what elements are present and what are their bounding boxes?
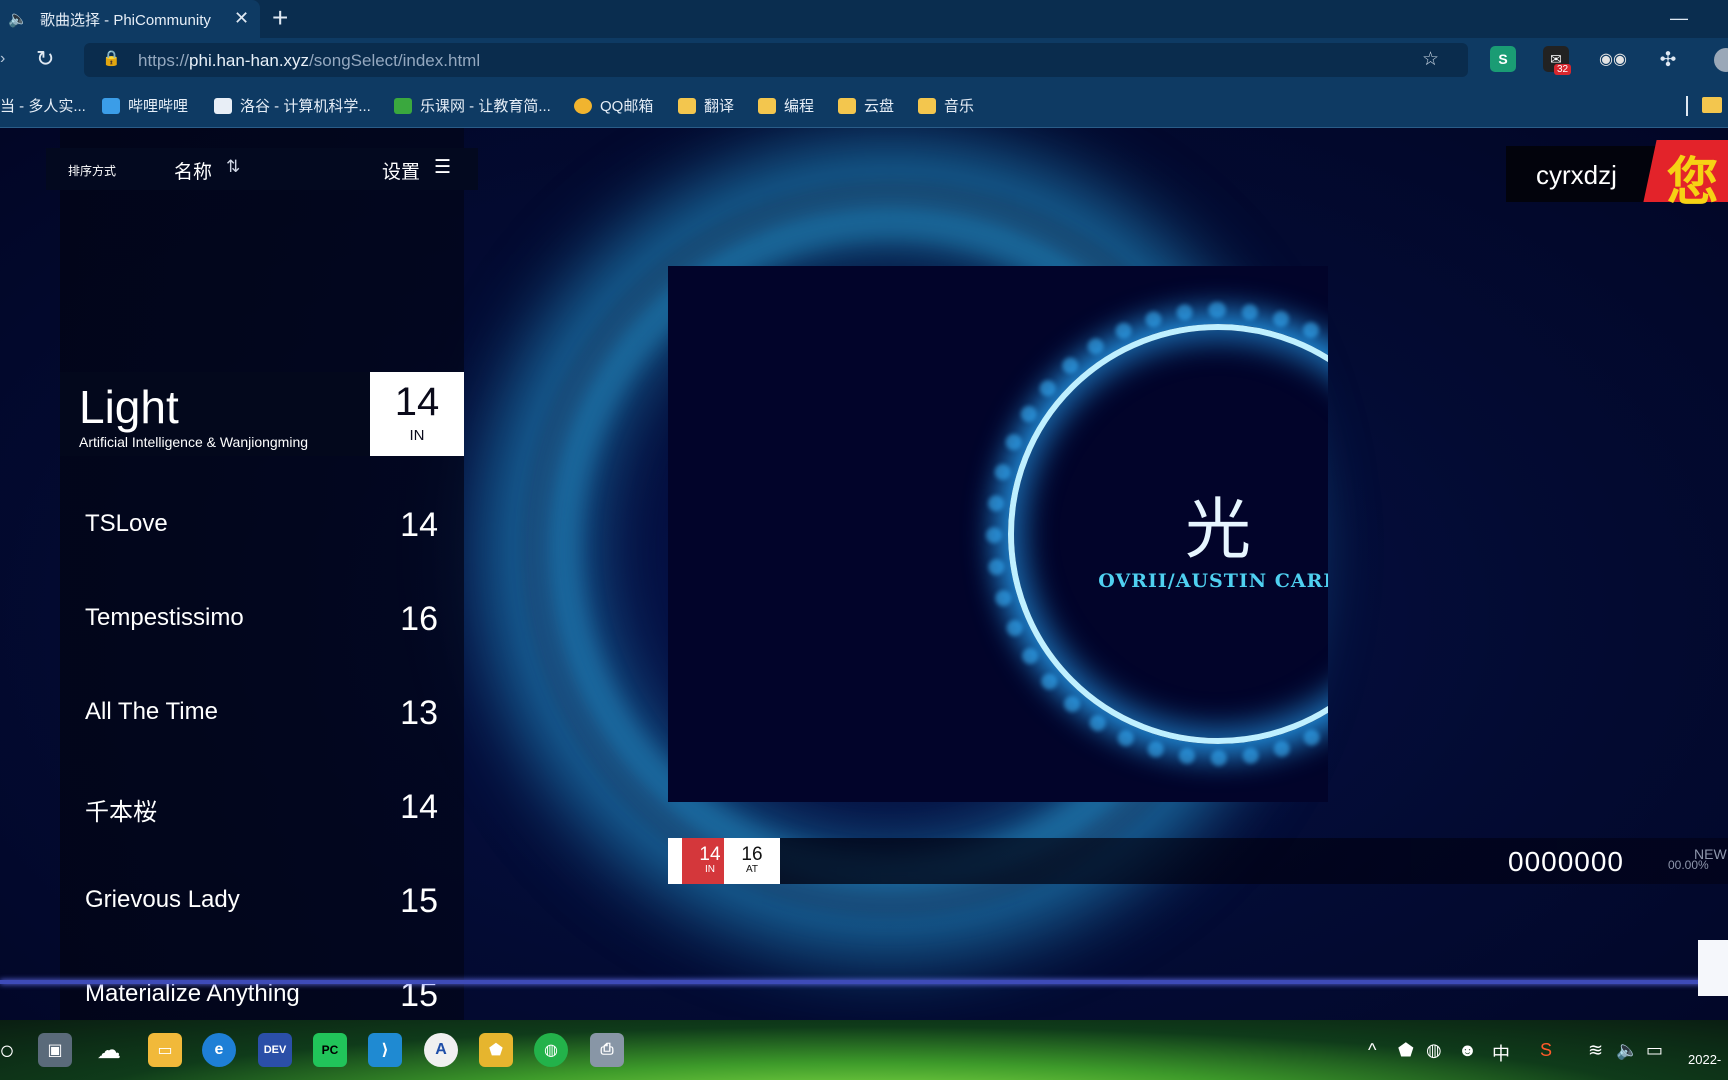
vscode-icon[interactable]: ⟩: [368, 1033, 402, 1067]
bilibili-icon: [102, 97, 120, 114]
song-list-item[interactable]: Grievous Lady 15: [60, 872, 464, 932]
username: cyrxdzj: [1536, 160, 1617, 190]
printer-icon[interactable]: ⎙: [590, 1033, 624, 1067]
folder-icon: [918, 97, 936, 114]
bookmark-item[interactable]: 洛谷 - 计算机科学...: [214, 95, 371, 116]
qqmail-icon: [574, 97, 592, 114]
sort-order-icon[interactable]: ⇅: [226, 157, 240, 177]
qq-tray-icon[interactable]: ☻: [1458, 1040, 1477, 1061]
pentagon-app-icon[interactable]: ⬟: [479, 1033, 513, 1067]
task-view-icon[interactable]: ▣: [38, 1033, 72, 1067]
extension-badge: 32: [1554, 64, 1572, 75]
cloud-icon[interactable]: ☁: [92, 1033, 126, 1067]
luogu-icon: [214, 97, 232, 114]
favorite-star-icon[interactable]: ☆: [1422, 48, 1439, 71]
new-tab-button[interactable]: +: [272, 2, 288, 34]
taskbar: ○ ▣ ☁ ▭ e DEV PC ⟩ A ⬟ ◍ ⎙ ^ ⬟ ◍ ☻ 中 S ≋…: [0, 1020, 1728, 1080]
ime-indicator[interactable]: 中: [1492, 1040, 1510, 1066]
url-text[interactable]: https://phi.han-han.xyz/songSelect/index…: [138, 51, 480, 71]
settings-button[interactable]: 设置: [382, 157, 420, 184]
selected-song-artist: Artificial Intelligence & Wanjiongming: [79, 434, 309, 450]
song-list-item[interactable]: 千本桜 14: [60, 778, 464, 838]
bookmarks-bar: 当 - 多人实... 哔哩哔哩 洛谷 - 计算机科学... 乐课网 - 让教育简…: [0, 82, 1728, 128]
judge-line: [0, 980, 1728, 984]
selected-song-item[interactable]: Light Artificial Intelligence & Wanjiong…: [60, 372, 464, 456]
chevron-up-icon[interactable]: ^: [1368, 1040, 1376, 1061]
browser-tab[interactable]: 🔈 歌曲选择 - PhiCommunity ✕: [0, 0, 260, 38]
pycharm-icon[interactable]: PC: [313, 1033, 347, 1067]
folder-icon: [678, 97, 696, 114]
tab-title: 歌曲选择 - PhiCommunity: [40, 11, 211, 29]
glasses-extension-icon[interactable]: ◉◉: [1599, 46, 1627, 72]
folder-icon: [838, 97, 856, 114]
song-cover-art[interactable]: 光 OVRII/AUSTIN CARL: [668, 266, 1328, 802]
bookmark-folder[interactable]: 音乐: [918, 95, 974, 116]
sliders-icon[interactable]: ☰: [434, 156, 451, 179]
sort-label: 排序方式: [68, 164, 117, 178]
edge-browser-icon[interactable]: e: [202, 1033, 236, 1067]
file-explorer-icon[interactable]: ▭: [148, 1033, 182, 1067]
folder-icon[interactable]: [1702, 97, 1722, 113]
cover-title-char: 光: [1185, 491, 1251, 568]
song-select-screen: 排序方式 名称 ⇅ 设置 ☰ Light Artificial Intellig…: [0, 128, 1728, 1020]
bookmark-folder[interactable]: 云盘: [838, 95, 894, 116]
sogou-tray-icon[interactable]: S: [1540, 1040, 1552, 1061]
devcpp-icon[interactable]: DEV: [258, 1033, 292, 1067]
battery-icon[interactable]: ▭: [1646, 1040, 1663, 1061]
bookmark-item[interactable]: QQ邮箱: [574, 95, 653, 116]
bookmark-item[interactable]: 乐课网 - 让教育简...: [394, 95, 551, 116]
volume-icon[interactable]: 🔈: [1616, 1040, 1638, 1061]
song-list-item[interactable]: All The Time 13: [60, 684, 464, 744]
wechat-tray-icon[interactable]: ◍: [1426, 1040, 1442, 1061]
minimize-button[interactable]: —: [1670, 8, 1688, 29]
song-list-item[interactable]: Tempestissimo 16: [60, 590, 464, 650]
wifi-icon[interactable]: ≋: [1588, 1040, 1603, 1061]
sort-bar: 排序方式 名称 ⇅ 设置 ☰: [46, 148, 478, 190]
tray-app-icon[interactable]: ⬟: [1398, 1040, 1414, 1061]
song-list-item[interactable]: TSLove 14: [60, 496, 464, 556]
bookmark-folder[interactable]: 编程: [758, 95, 814, 116]
bookmark-folder[interactable]: 翻译: [678, 95, 734, 116]
new-tag: NEW: [1694, 846, 1727, 862]
address-row: › ↻ 🔒 https://phi.han-han.xyz/songSelect…: [0, 38, 1728, 82]
puzzle-extensions-icon[interactable]: ✣: [1655, 46, 1681, 72]
speaker-icon[interactable]: 🔈: [8, 9, 30, 29]
selected-song-title: Light: [79, 381, 179, 433]
wechat-icon[interactable]: ◍: [534, 1033, 568, 1067]
selected-song-level: 14 IN: [370, 372, 464, 456]
bookmark-item[interactable]: 当 - 多人实...: [0, 95, 86, 116]
folder-icon: [758, 97, 776, 114]
bookmark-item[interactable]: 哔哩哔哩: [102, 95, 188, 116]
app-icon[interactable]: A: [424, 1033, 458, 1067]
profile-avatar[interactable]: [1714, 48, 1728, 72]
address-bar[interactable]: 🔒 https://phi.han-han.xyz/songSelect/ind…: [84, 43, 1468, 77]
reload-icon[interactable]: ↻: [36, 46, 54, 72]
sort-value-button[interactable]: 名称: [174, 157, 212, 184]
sogou-extension-icon[interactable]: S: [1490, 46, 1516, 72]
bookmark-separator: [1686, 96, 1688, 116]
difficulty-at-button[interactable]: 16 AT: [724, 838, 780, 884]
back-arrow-icon[interactable]: ›: [0, 50, 5, 68]
browser-titlebar: 🔈 歌曲选择 - PhiCommunity ✕ + —: [0, 0, 1728, 38]
leke-icon: [394, 97, 412, 114]
search-icon[interactable]: ○: [0, 1033, 24, 1067]
clock[interactable]: 2022-: [1688, 1052, 1721, 1067]
difficulty-bar-edge: [668, 838, 682, 884]
lock-icon[interactable]: 🔒: [102, 49, 121, 67]
score-bar: 14 IN 16 AT 0000000 00.00%: [668, 838, 1728, 884]
cover-artist: OVRII/AUSTIN CARL: [1098, 570, 1328, 592]
close-icon[interactable]: ✕: [234, 8, 249, 29]
best-score: 0000000: [1508, 846, 1625, 877]
song-list-item[interactable]: Materialize Anything 15: [60, 966, 464, 1020]
play-button-edge[interactable]: [1698, 940, 1728, 996]
user-avatar-flag[interactable]: 您: [1643, 140, 1728, 212]
